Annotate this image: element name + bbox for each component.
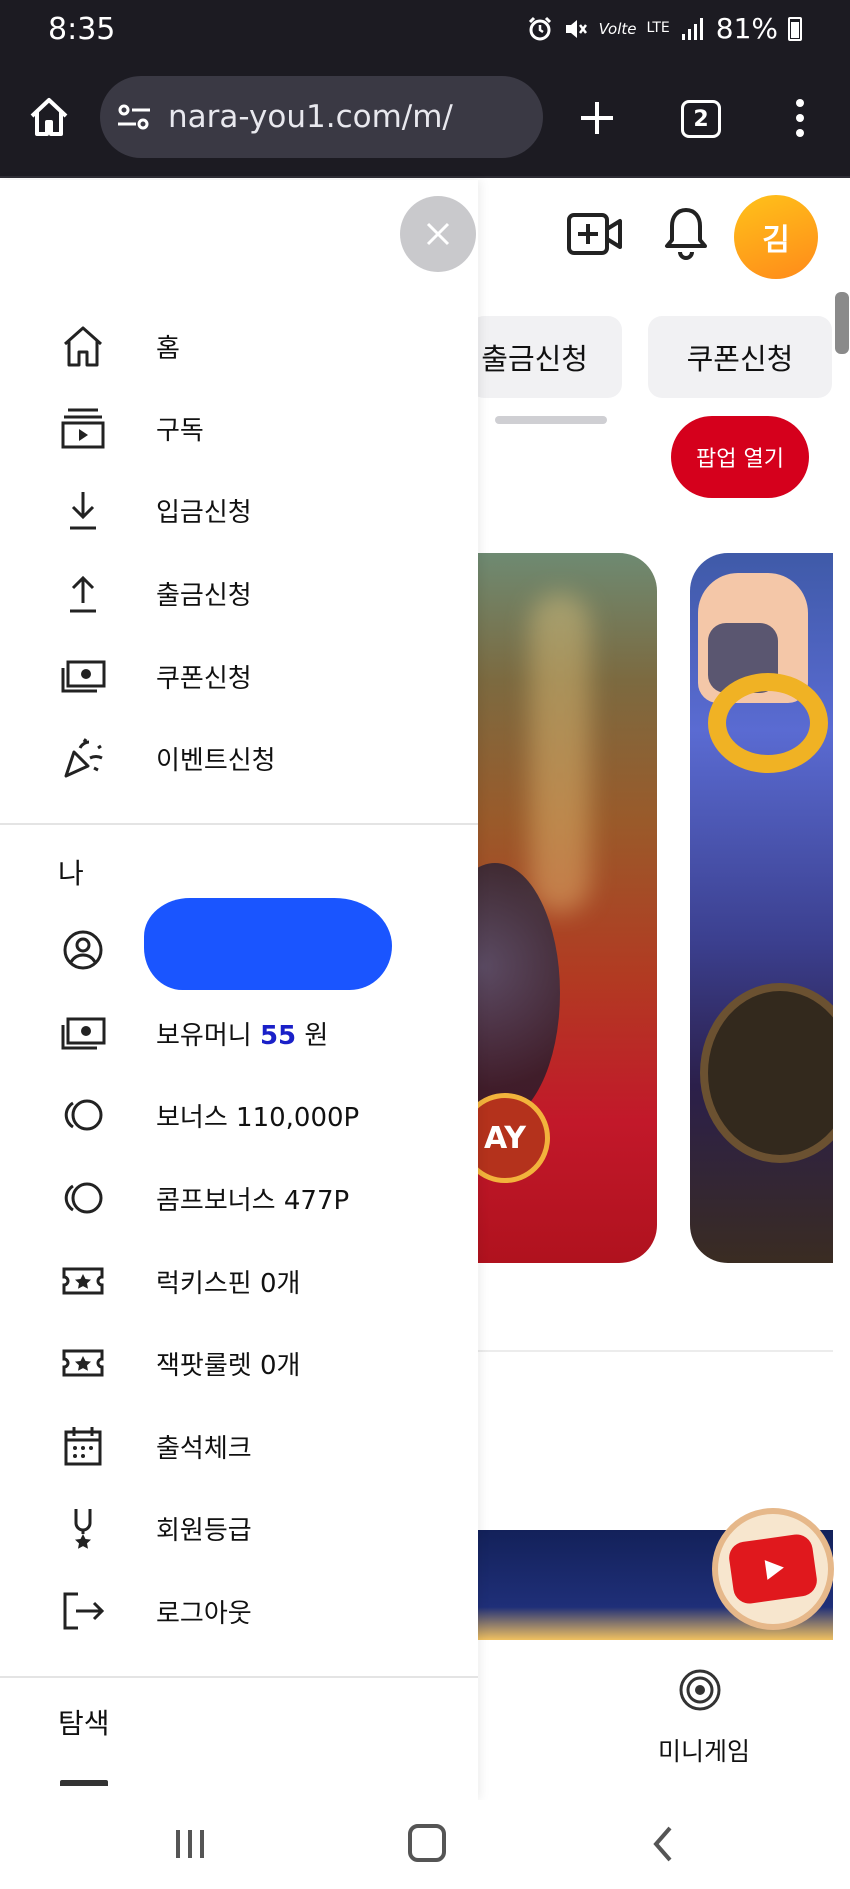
account-icon bbox=[60, 928, 106, 972]
money-unit: 원 bbox=[304, 1021, 329, 1051]
menu-label: 럭키스핀 0개 bbox=[156, 1269, 301, 1299]
browser-toolbar: nara-you1.com/m/ 2 bbox=[0, 58, 850, 178]
game-banner-1[interactable]: AY bbox=[470, 553, 657, 1263]
banner-badge: AY bbox=[470, 1093, 550, 1183]
menu-item-jackpot[interactable]: 잭팟룰렛 0개 bbox=[0, 1325, 478, 1401]
menu-label: 로그아웃 bbox=[156, 1599, 252, 1629]
menu-label: 잭팟룰렛 0개 bbox=[156, 1351, 301, 1381]
upload-icon bbox=[60, 571, 106, 615]
menu-item-comp-bonus[interactable]: 콤프보너스 477P bbox=[0, 1160, 478, 1236]
redacted-username bbox=[144, 898, 392, 990]
menu-item-bonus[interactable]: 보너스 110,000P bbox=[0, 1077, 478, 1153]
menu-item-coupon[interactable]: 쿠폰신청 bbox=[0, 638, 478, 714]
banner-cauldron bbox=[700, 983, 833, 1163]
home-icon bbox=[60, 324, 106, 368]
user-avatar[interactable]: 김 bbox=[734, 195, 818, 279]
drawer-divider bbox=[0, 1676, 478, 1678]
menu-label: 보너스 110,000P bbox=[156, 1103, 360, 1133]
floating-video-button[interactable] bbox=[712, 1508, 834, 1630]
menu-item-logout[interactable]: 로그아웃 bbox=[0, 1573, 478, 1649]
status-bar: 8:35 Volte LTE 81% bbox=[0, 0, 850, 58]
url-text: nara-you1.com/m/ bbox=[168, 99, 453, 135]
create-video-icon[interactable] bbox=[566, 209, 624, 259]
menu-item-event[interactable]: 이벤트신청 bbox=[0, 720, 478, 796]
money-icon bbox=[60, 1011, 106, 1055]
menu-item-home[interactable]: 홈 bbox=[0, 308, 478, 384]
battery-percent: 81% bbox=[715, 12, 778, 45]
notifications-icon[interactable] bbox=[664, 206, 708, 260]
subscriptions-icon bbox=[60, 406, 106, 450]
menu-item-lucky-spin[interactable]: 럭키스핀 0개 bbox=[0, 1243, 478, 1319]
menu-label: 회원등급 bbox=[156, 1516, 252, 1546]
tab-switcher-button[interactable]: 2 bbox=[681, 100, 721, 138]
banner-ring bbox=[708, 673, 828, 773]
menu-label: 구독 bbox=[156, 416, 204, 446]
party-popper-icon bbox=[60, 736, 106, 780]
chip-withdraw[interactable]: 출금신청 bbox=[470, 316, 622, 398]
status-time: 8:35 bbox=[48, 12, 116, 47]
mini-game-icon[interactable] bbox=[678, 1668, 722, 1712]
close-icon bbox=[426, 222, 450, 246]
battery-icon bbox=[788, 16, 802, 41]
section-divider bbox=[470, 1350, 833, 1352]
medal-icon bbox=[60, 1506, 106, 1550]
menu-item-subscriptions[interactable]: 구독 bbox=[0, 390, 478, 466]
me-section-title: 나 bbox=[58, 857, 84, 890]
menu-label: 입금신청 bbox=[156, 498, 252, 528]
play-icon bbox=[727, 1532, 819, 1606]
volte-indicator: Volte bbox=[598, 19, 637, 38]
open-popup-button[interactable]: 팝업 열기 bbox=[671, 416, 809, 498]
recent-apps-icon[interactable] bbox=[170, 1824, 210, 1864]
system-nav-bar bbox=[0, 1800, 850, 1889]
logout-icon bbox=[60, 1589, 106, 1633]
ticket-star-icon bbox=[60, 1259, 106, 1303]
menu-label: 출석체크 bbox=[156, 1434, 252, 1464]
phone-screen: 8:35 Volte LTE 81% nara-you1.com/m/ 2 김 … bbox=[0, 0, 850, 1889]
browser-menu-icon[interactable] bbox=[790, 96, 810, 140]
money-label-wrap: 보유머니 55 원 bbox=[156, 1015, 328, 1052]
menu-label: 콤프보너스 477P bbox=[156, 1186, 350, 1216]
menu-label: 쿠폰신청 bbox=[156, 664, 252, 694]
banner-light bbox=[530, 593, 590, 913]
menu-label: 출금신청 bbox=[156, 581, 252, 611]
browser-home-icon[interactable] bbox=[26, 94, 72, 140]
explore-section-title: 탐색 bbox=[58, 1707, 110, 1740]
side-drawer: 홈 구독 입금신청 출금신청 쿠폰신청 이벤트신청 나 보유머니 55 원 보너… bbox=[0, 180, 478, 1800]
money-label: 보유머니 bbox=[156, 1021, 252, 1051]
menu-item-attendance[interactable]: 출석체크 bbox=[0, 1408, 478, 1484]
download-icon bbox=[60, 488, 106, 532]
address-bar[interactable]: nara-you1.com/m/ bbox=[100, 76, 543, 158]
chip-scroll-indicator bbox=[495, 416, 607, 424]
status-icons: Volte LTE 81% bbox=[527, 12, 802, 45]
next-item-icon bbox=[60, 1780, 108, 1786]
menu-label: 이벤트신청 bbox=[156, 746, 276, 776]
page-scrollbar[interactable] bbox=[835, 292, 849, 354]
menu-item-membership[interactable]: 회원등급 bbox=[0, 1490, 478, 1566]
coins-icon bbox=[60, 1176, 106, 1220]
money-value: 55 bbox=[259, 1021, 297, 1051]
chip-coupon[interactable]: 쿠폰신청 bbox=[648, 316, 832, 398]
menu-label: 홈 bbox=[156, 334, 180, 364]
site-settings-icon[interactable] bbox=[116, 99, 152, 135]
ticket-star-icon bbox=[60, 1341, 106, 1385]
nav-home-icon[interactable] bbox=[408, 1824, 446, 1862]
menu-item-money[interactable]: 보유머니 55 원 bbox=[0, 995, 478, 1071]
back-icon[interactable] bbox=[648, 1824, 678, 1864]
calendar-icon bbox=[60, 1424, 106, 1468]
mini-game-label[interactable]: 미니게임 bbox=[650, 1732, 758, 1768]
money-icon bbox=[60, 654, 106, 698]
signal-icon bbox=[680, 16, 706, 42]
network-type: LTE bbox=[646, 20, 670, 36]
close-drawer-button[interactable] bbox=[400, 196, 476, 272]
new-tab-icon[interactable] bbox=[575, 96, 619, 140]
drawer-divider bbox=[0, 823, 478, 825]
coins-icon bbox=[60, 1093, 106, 1137]
menu-item-deposit[interactable]: 입금신청 bbox=[0, 472, 478, 548]
menu-item-withdraw[interactable]: 출금신청 bbox=[0, 555, 478, 631]
alarm-icon bbox=[527, 16, 553, 42]
mute-icon bbox=[563, 16, 589, 42]
game-banner-2[interactable] bbox=[690, 553, 833, 1263]
